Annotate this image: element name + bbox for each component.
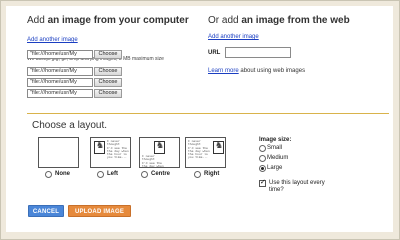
file-row: "file:///home/usr/My Choose [27,67,122,76]
layout-radio-centre[interactable] [141,171,148,178]
url-label: URL [208,50,221,56]
choose-file-button[interactable]: Choose [94,78,122,87]
layout-label-none: None [55,171,70,177]
url-input[interactable] [225,47,291,58]
file-path-field[interactable]: "file:///home/usr/My [27,50,93,59]
size-radio-medium[interactable] [259,155,266,162]
web-image-title-prefix: Or add [208,15,242,26]
layout-label-right: Right [204,171,220,177]
size-label-large: Large [267,165,283,171]
sample-text: I never thought I'd see the the day when… [188,139,210,160]
dialog-left-border [1,1,6,239]
layout-thumb-none[interactable] [38,137,79,168]
image-size-title: Image size: [259,137,292,143]
layout-label-centre: Centre [151,171,171,177]
file-row: "file:///home/usr/My Choose [27,89,122,98]
learn-more-line: Learn more about using web images [208,68,305,74]
size-label-medium: Medium [267,155,289,161]
layout-thumb-left[interactable]: I never thought I'd see the the day when… [90,137,131,168]
add-another-web-image-link[interactable]: Add another image [208,34,259,40]
upload-image-button[interactable]: UPLOAD IMAGE [68,205,131,217]
cancel-button[interactable]: CANCEL [28,205,64,217]
layout-radio-right[interactable] [194,171,201,178]
sample-text: I never thought I'd see the the day when… [107,139,129,160]
section-divider [27,113,389,114]
picture-icon [94,141,105,154]
remember-layout-checkbox[interactable] [259,178,266,187]
sample-text: I never thought I'd see the the day when… [142,154,164,168]
size-label-small: Small [267,145,283,151]
choose-file-button[interactable]: Choose [94,89,122,98]
choose-file-button[interactable]: Choose [94,67,122,76]
file-row: "file:///home/usr/My Choose [27,78,122,87]
choose-file-button[interactable]: Choose [94,50,122,59]
picture-icon [213,141,224,154]
layout-radio-left[interactable] [97,171,104,178]
layout-radio-none[interactable] [45,171,52,178]
learn-more-link[interactable]: Learn more [208,68,239,74]
size-radio-small[interactable] [259,145,266,152]
file-path-field[interactable]: "file:///home/usr/My [27,78,93,87]
size-radio-large[interactable] [259,165,266,172]
layout-title: Choose a layout. [32,120,108,131]
web-image-title: Or add an image from the web [208,15,350,26]
remember-layout-label: Use this layout every time? [269,180,325,193]
add-another-computer-image-link[interactable]: Add another image [27,37,78,43]
web-image-title-strong: an image from the web [241,15,350,26]
picture-icon [154,141,165,154]
computer-upload-title-prefix: Add [27,15,48,26]
file-path-field[interactable]: "file:///home/usr/My [27,89,93,98]
dialog-top-border [1,1,399,6]
dialog-right-border [393,1,399,239]
computer-upload-title-strong: an image from your computer [47,15,189,26]
layout-label-left: Left [107,171,118,177]
learn-more-text: about using web images [238,68,306,74]
file-path-field[interactable]: "file:///home/usr/My [27,67,93,76]
layout-thumb-right[interactable]: I never thought I'd see the the day when… [185,137,226,168]
file-row: "file:///home/usr/My Choose [27,50,122,59]
dialog-bottom-border [1,232,399,239]
computer-upload-title: Add an image from your computer [27,15,189,26]
layout-thumb-centre[interactable]: I never thought I'd see the the day when… [139,137,180,168]
